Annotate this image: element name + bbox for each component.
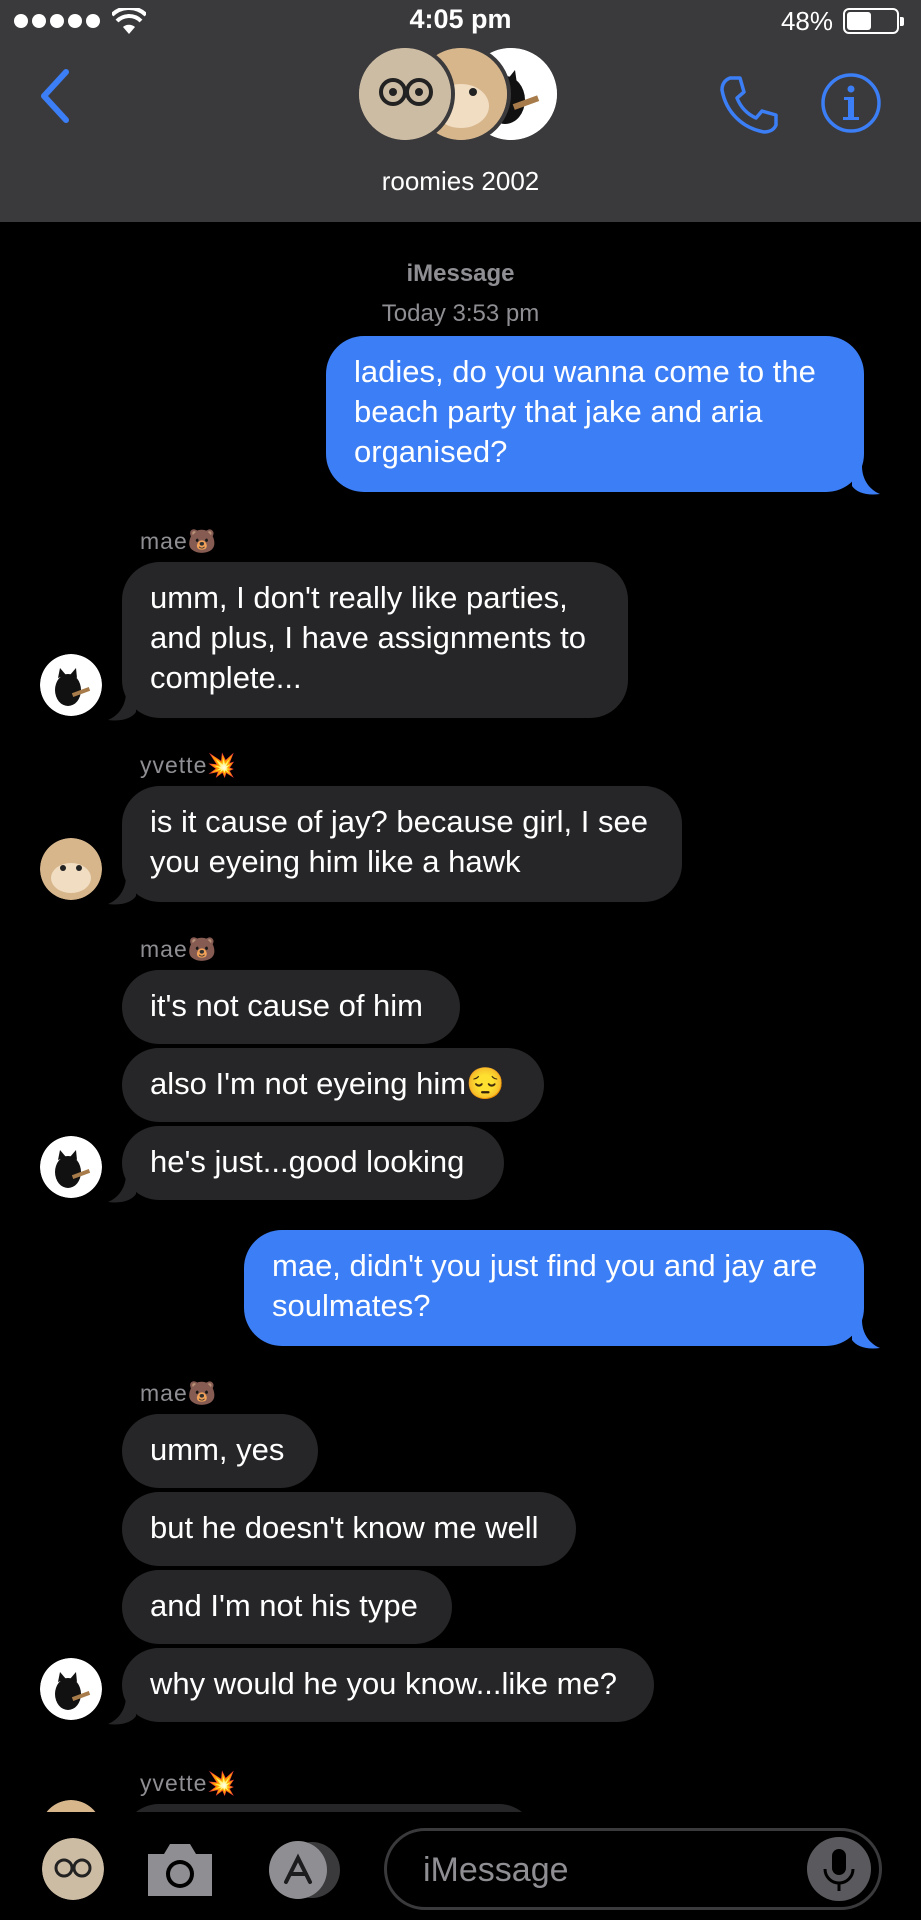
- incoming-message-bubble[interactable]: is it cause of jay? because girl, I see …: [122, 786, 682, 902]
- sender-name: mae🐻: [140, 528, 218, 554]
- app-store-icon[interactable]: [262, 1840, 348, 1900]
- message-input-placeholder: iMessage: [423, 1851, 569, 1889]
- incoming-message-bubble[interactable]: it's not cause of him: [122, 970, 460, 1044]
- bubble-tail: [108, 1696, 136, 1725]
- outgoing-message-bubble[interactable]: ladies, do you wanna come to the beach p…: [326, 336, 864, 492]
- bubble-tail: [852, 1320, 880, 1349]
- group-avatars[interactable]: [355, 44, 565, 152]
- avatar: [355, 44, 455, 144]
- sender-name: yvette💥: [140, 1770, 238, 1796]
- incoming-message-bubble[interactable]: he's just...good looking: [122, 1126, 504, 1200]
- info-icon[interactable]: [820, 72, 882, 134]
- chevron-left-icon[interactable]: [36, 66, 76, 126]
- sender-name: yvette💥: [140, 752, 238, 778]
- bubble-tail: [108, 1174, 136, 1203]
- chat-header: 4:05 pm 48% roomies 2002: [0, 0, 921, 222]
- service-label: iMessage: [406, 260, 515, 287]
- battery-icon: [843, 8, 904, 34]
- memoji-avatar-button[interactable]: [42, 1838, 104, 1900]
- camera-icon[interactable]: [144, 1838, 216, 1900]
- composer-bar: iMessage: [0, 1812, 921, 1920]
- incoming-message-bubble[interactable]: umm, I don't really like parties, and pl…: [122, 562, 628, 718]
- avatar[interactable]: [40, 1658, 102, 1720]
- message-input[interactable]: iMessage: [384, 1828, 882, 1910]
- phone-icon[interactable]: [716, 72, 782, 138]
- avatar[interactable]: [40, 1800, 102, 1812]
- sender-name: mae🐻: [140, 936, 218, 962]
- bubble-tail: [108, 692, 136, 721]
- message-thread[interactable]: iMessage Today 3:53 pm ladies, do you wa…: [0, 222, 921, 1812]
- bubble-tail: [108, 876, 136, 905]
- avatar[interactable]: [40, 1136, 102, 1198]
- bubble-tail: [852, 466, 880, 495]
- incoming-message-bubble[interactable]: also I'm not eyeing him😔: [122, 1048, 544, 1122]
- incoming-message-bubble[interactable]: umm, yes: [122, 1414, 318, 1488]
- battery-percentage: 48%: [780, 6, 833, 36]
- incoming-message-bubble[interactable]: but he doesn't know me well: [122, 1492, 576, 1566]
- incoming-message-bubble[interactable]: why would he you know...like me?: [122, 1648, 654, 1722]
- microphone-icon[interactable]: [807, 1837, 871, 1901]
- message-timestamp: Today 3:53 pm: [381, 300, 540, 327]
- conversation-title[interactable]: roomies 2002: [0, 166, 921, 197]
- avatar[interactable]: [40, 838, 102, 900]
- incoming-message-bubble[interactable]: and I'm not his type: [122, 1570, 452, 1644]
- outgoing-message-bubble[interactable]: mae, didn't you just find you and jay ar…: [244, 1230, 864, 1346]
- avatar[interactable]: [40, 654, 102, 716]
- incoming-message-bubble[interactable]: [122, 1804, 536, 1812]
- sender-name: mae🐻: [140, 1380, 218, 1406]
